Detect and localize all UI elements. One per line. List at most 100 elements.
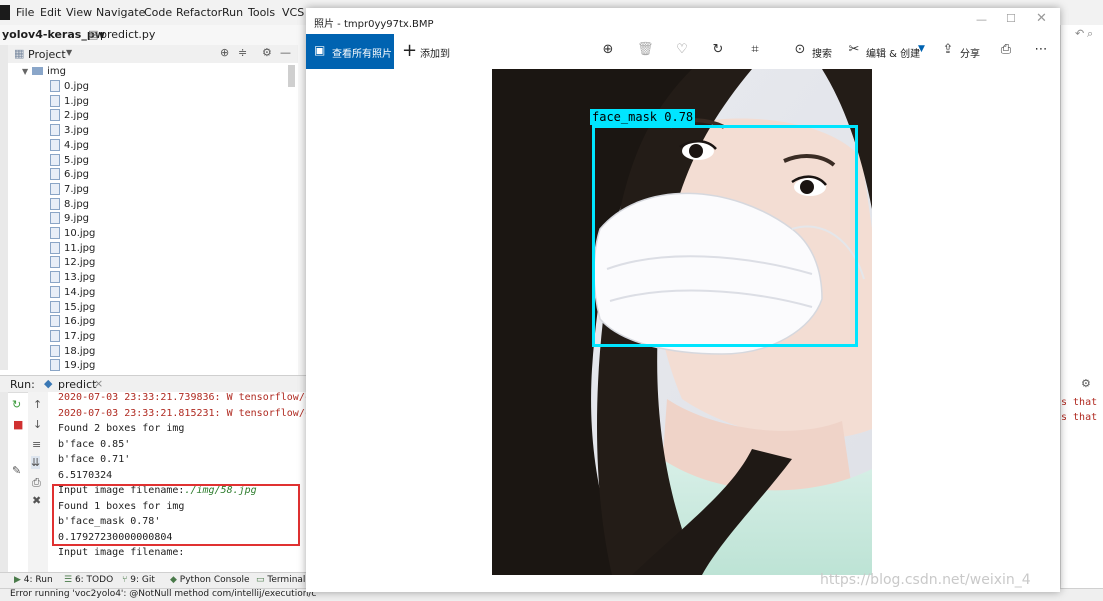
file-label: 16.jpg [64,316,96,328]
image-file-icon [50,138,60,151]
scroll-down-icon[interactable]: ↓ [33,418,42,431]
console-line-text: 2020-07-03 23:33:21.815231: W tensorflow… [58,407,306,419]
rotate-icon[interactable]: ↻ [710,42,726,58]
file-item[interactable]: 10.jpg [50,227,95,241]
file-icon: ▤ [88,28,99,41]
pycharm-logo-icon [0,5,10,20]
tool-tab[interactable]: ▶ 4: Run [14,575,53,585]
zoom-in-icon[interactable]: ⊕ [600,42,616,58]
edit-create-button[interactable]: 编辑 & 创建 [866,45,920,60]
file-label: 12.jpg [64,257,96,269]
run-label: Run: [10,378,35,391]
gear-icon[interactable]: ⚙ [262,46,272,59]
search-button[interactable]: 搜索 [812,45,832,60]
tool-tab[interactable]: ⑂ 9: Git [122,575,155,585]
file-item[interactable]: 2.jpg [50,109,89,123]
file-item[interactable]: 6.jpg [50,168,89,182]
project-panel-title[interactable]: Project [28,48,66,61]
menu-edit[interactable]: Edit [40,6,61,19]
run-side-strip [0,392,8,572]
hide-icon[interactable]: — [280,46,291,59]
ide-right-area: ↶ ⌕ ⚙ s that s that [1060,25,1103,588]
chevron-down-icon[interactable]: ▼ [918,44,925,54]
menu-file[interactable]: File [16,6,34,19]
file-item[interactable]: 11.jpg [50,241,95,256]
tree-scrollbar[interactable] [288,65,295,87]
menu-view[interactable]: View [66,6,92,19]
trash-icon[interactable]: ✖ [32,494,41,507]
add-to-button[interactable]: 添加到 [420,45,450,60]
menu-vcs[interactable]: VCS [282,6,304,19]
file-item[interactable]: 3.jpg [50,124,89,138]
locate-icon[interactable]: ⊕ [220,46,229,59]
settings-icon[interactable]: ⚙ [1081,377,1091,390]
menu-refactor[interactable]: Refactor [176,6,222,19]
print-icon[interactable]: ⎙ [998,42,1014,58]
watermark-text: https://blog.csdn.net/weixin_4 [820,572,1031,588]
console-line-text: Found 2 boxes for img [58,423,185,434]
undo-icon[interactable]: ↶ [1075,27,1084,40]
tool-tab[interactable]: ◆ Python Console [170,575,250,585]
soft-wrap-icon[interactable]: ≡ [32,438,41,451]
file-item[interactable]: 15.jpg [50,300,95,315]
menu-navigate[interactable]: Navigate [96,6,145,19]
image-file-icon [50,168,60,181]
file-item[interactable]: 8.jpg [50,197,90,212]
console-line: Found 2 boxes for img [58,423,184,434]
file-label: 18.jpg [64,345,96,357]
share-icon[interactable]: ⇪ [940,42,956,58]
file-item[interactable]: 7.jpg [50,182,89,197]
file-item[interactable]: 17.jpg [50,329,95,344]
stop-icon[interactable]: ■ [13,418,23,431]
share-button[interactable]: 分享 [960,45,980,60]
crop-icon[interactable]: ⌗ [747,42,763,58]
status-message[interactable]: Error running 'voc2yolo4': @NotNull meth… [10,589,316,599]
view-all-photos-button[interactable]: ▣ 查看所有照片 [306,34,394,69]
image-file-icon [50,212,60,225]
rerun-icon[interactable]: ↻ [12,398,21,411]
close-window-icon[interactable]: ✕ [1036,11,1047,26]
file-item[interactable]: 18.jpg [50,344,96,359]
run-tab-predict[interactable]: predict [58,378,96,391]
file-item[interactable]: 5.jpg [50,153,89,168]
file-item[interactable]: 13.jpg [50,271,95,285]
file-item[interactable]: 0.jpg [50,80,89,94]
minimize-icon[interactable]: — [976,13,987,26]
search-icon[interactable]: ⌕ [1087,27,1093,41]
plus-icon[interactable]: + [402,40,417,61]
heart-icon[interactable]: ♡ [674,42,690,58]
folder-label: img [47,66,67,77]
more-icon[interactable]: ⋯ [1033,42,1049,58]
file-label: 6.jpg [64,169,90,181]
file-item[interactable]: 12.jpg [50,256,95,270]
delete-icon[interactable]: 🗑 [637,42,654,58]
maximize-icon[interactable]: ☐ [1006,12,1016,25]
file-item[interactable]: 4.jpg [50,138,89,153]
tool-tab[interactable]: ▭ Terminal [256,575,305,585]
print-icon[interactable]: ⎙ [32,476,41,490]
close-icon[interactable]: × [94,377,103,390]
menu-run[interactable]: Run [222,6,243,19]
file-label: 8.jpg [64,198,90,210]
search-icon[interactable]: ⊙ [792,42,808,58]
file-item[interactable]: 9.jpg [50,212,89,226]
pin-icon[interactable]: ✎ [12,464,21,477]
collapse-icon[interactable]: ≑ [238,46,247,59]
tree-folder-img[interactable]: ▼ img [22,65,66,79]
menu-code[interactable]: Code [144,6,172,19]
scroll-up-icon[interactable]: ↑ [33,398,42,411]
file-item[interactable]: 14.jpg [50,285,95,300]
file-item[interactable]: 1.jpg [50,94,89,109]
image-file-icon [50,359,60,372]
file-item[interactable]: 16.jpg [50,315,95,329]
file-item[interactable]: 19.jpg [50,359,95,373]
chevron-down-icon[interactable]: ▼ [66,48,72,57]
editor-gutter [298,45,306,375]
project-tree: ▼ img 0.jpg 1.jpg 2.jpg 3.jpg 4.jpg 5.jpg 6.jpg… [8,63,298,373]
scroll-to-end-icon[interactable]: ⇊ [31,456,41,469]
tool-tab[interactable]: ☰ 6: TODO [64,575,113,585]
edit-icon[interactable]: ✂ [846,42,862,58]
menu-tools[interactable]: Tools [248,6,275,19]
console-line-text: Input image filename: [58,547,185,558]
open-file-name[interactable]: predict.py [100,28,155,41]
